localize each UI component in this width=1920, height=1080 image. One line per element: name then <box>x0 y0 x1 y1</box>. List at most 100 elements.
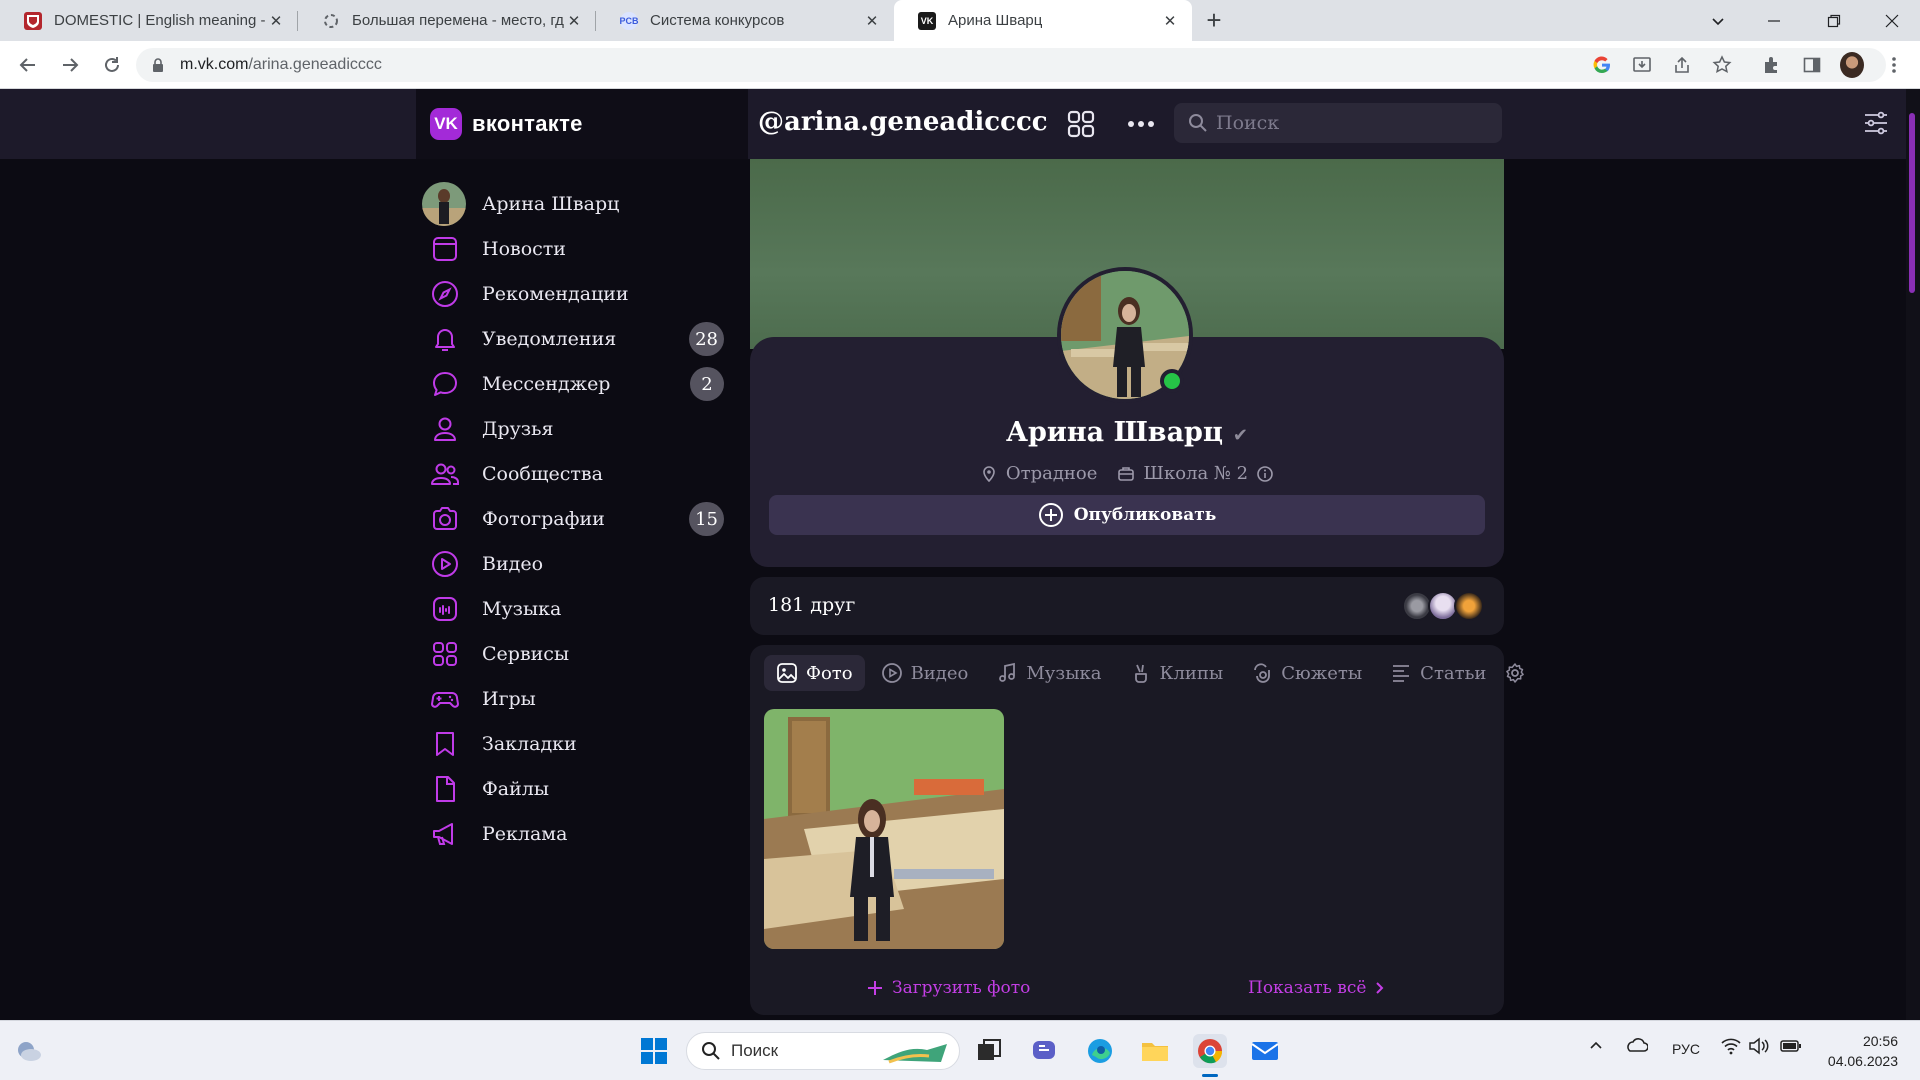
apps-grid-icon[interactable] <box>1066 109 1096 139</box>
volume-icon[interactable] <box>1748 1037 1770 1058</box>
sidebar-item-bookmarks[interactable]: Закладки <box>416 721 748 767</box>
back-button[interactable] <box>8 45 48 85</box>
vk-search-input[interactable]: Поиск <box>1174 103 1502 143</box>
close-tab-icon[interactable]: ✕ <box>266 12 286 30</box>
show-hidden-icons[interactable] <box>1588 1037 1604 1056</box>
share-icon[interactable] <box>1670 53 1694 77</box>
sidebar-item-profile[interactable]: Арина Шварц <box>416 181 748 227</box>
sidebar-item-label: Видео <box>482 553 544 575</box>
sidebar-item-services[interactable]: Сервисы <box>416 631 748 677</box>
clock-date: 04.06.2023 <box>1827 1053 1898 1069</box>
tab-label: Статьи <box>1420 662 1487 684</box>
task-view-icon[interactable] <box>972 1034 1006 1068</box>
tab-photos[interactable]: Фото <box>764 655 865 691</box>
online-indicator <box>1160 369 1184 393</box>
battery-icon[interactable] <box>1780 1037 1802 1058</box>
edge-browser-icon[interactable] <box>1083 1034 1117 1068</box>
sidebar-item-recommendations[interactable]: Рекомендации <box>416 271 748 317</box>
sidebar-item-ads[interactable]: Реклама <box>416 811 748 857</box>
gear-icon[interactable] <box>1504 662 1526 684</box>
sidebar-item-label: Фотографии <box>482 508 605 530</box>
bookmark-star-icon[interactable] <box>1710 53 1734 77</box>
sidebar-item-music[interactable]: Музыка <box>416 586 748 632</box>
browser-tab-2[interactable]: Большая перемена - место, где ✕ <box>298 0 596 41</box>
sidebar-item-messenger[interactable]: Мессенджер 2 <box>416 361 748 407</box>
mail-icon[interactable] <box>1248 1034 1282 1068</box>
taskbar-search-input[interactable]: Поиск <box>686 1032 960 1070</box>
sidebar-item-communities[interactable]: Сообщества <box>416 451 748 497</box>
extensions-icon[interactable] <box>1760 53 1784 77</box>
sidebar-item-files[interactable]: Файлы <box>416 766 748 812</box>
close-tab-icon[interactable]: ✕ <box>862 12 882 30</box>
vk-brand[interactable]: VK вконтакте <box>416 89 748 159</box>
bell-icon <box>435 329 455 351</box>
sidebar-item-news[interactable]: Новости <box>416 226 748 272</box>
chrome-icon[interactable] <box>1193 1034 1227 1068</box>
tab-stories[interactable]: Сюжеты <box>1239 655 1374 691</box>
plus-icon <box>868 981 882 995</box>
close-tab-icon[interactable]: ✕ <box>564 12 584 30</box>
google-icon[interactable] <box>1590 53 1614 77</box>
tab-label: Сюжеты <box>1281 662 1363 684</box>
close-window-button[interactable] <box>1864 0 1920 41</box>
input-language[interactable]: РУС <box>1672 1041 1700 1057</box>
article-icon <box>1393 665 1410 682</box>
friends-card[interactable]: 181 друг <box>750 577 1504 635</box>
notification-badge: 28 <box>689 322 724 356</box>
profile-location: Отрадное <box>1005 463 1098 484</box>
tab-title: DOMESTIC | English meaning - C <box>54 12 266 29</box>
browser-tab-1[interactable]: DOMESTIC | English meaning - C ✕ <box>0 0 298 41</box>
photo-thumbnail[interactable] <box>764 709 1004 949</box>
tab-title: Большая перемена - место, где <box>352 12 564 29</box>
weather-icon[interactable] <box>12 1034 46 1068</box>
scrollbar-thumb[interactable] <box>1909 113 1915 293</box>
restore-button[interactable] <box>1806 0 1862 41</box>
sidebar-item-friends[interactable]: Друзья <box>416 406 748 452</box>
sidebar-item-notifications[interactable]: Уведомления 28 <box>416 316 748 362</box>
profile-avatar[interactable] <box>1840 52 1864 78</box>
tab-video[interactable]: Видео <box>869 655 981 691</box>
side-panel-icon[interactable] <box>1800 53 1824 77</box>
tab-clips[interactable]: Клипы <box>1118 655 1236 691</box>
system-clock[interactable]: 20:56 04.06.2023 <box>1818 1031 1898 1071</box>
friend-avatar[interactable] <box>1454 591 1484 621</box>
sidebar-item-label: Сообщества <box>482 463 603 485</box>
file-explorer-icon[interactable] <box>1138 1034 1172 1068</box>
filter-settings-icon[interactable] <box>1862 109 1890 137</box>
browser-tab-4[interactable]: VK Арина Шварц ✕ <box>894 0 1192 41</box>
sidebar-item-video[interactable]: Видео <box>416 541 748 587</box>
tab-articles[interactable]: Статьи <box>1378 655 1498 691</box>
friends-count: 181 друг <box>768 594 856 616</box>
info-icon[interactable] <box>1256 465 1274 483</box>
chrome-menu-icon[interactable] <box>1882 53 1906 77</box>
url-host: m.vk.com <box>180 56 249 73</box>
browser-tab-3[interactable]: PCB Система конкурсов ✕ <box>596 0 894 41</box>
tab-search-icon[interactable] <box>1690 0 1746 41</box>
upload-photo-link[interactable]: Загрузить фото <box>866 978 1030 998</box>
sidebar-item-label: Файлы <box>482 778 549 800</box>
address-bar[interactable]: m.vk.com/arina.geneadicccc <box>136 48 1886 82</box>
wifi-icon[interactable] <box>1720 1037 1742 1058</box>
publish-button[interactable]: Опубликовать <box>769 495 1485 535</box>
more-icon[interactable] <box>1126 109 1156 139</box>
tab-title: Арина Шварц <box>948 12 1043 29</box>
start-menu-icon[interactable] <box>637 1034 671 1068</box>
profile-meta: Отрадное Школа № 2 <box>750 463 1504 484</box>
sidebar-item-label: Арина Шварц <box>482 193 620 215</box>
publish-label: Опубликовать <box>1073 505 1217 525</box>
photos-badge: 15 <box>689 502 724 536</box>
new-tab-button[interactable]: + <box>1192 0 1236 41</box>
sidebar-item-label: Реклама <box>482 823 568 845</box>
teams-chat-icon[interactable] <box>1028 1034 1062 1068</box>
media-tabs: Фото Видео Музыка Клипы Сюжеты Статьи <box>764 655 1526 691</box>
install-app-icon[interactable] <box>1630 53 1654 77</box>
sidebar-item-photos[interactable]: Фотографии 15 <box>416 496 748 542</box>
forward-button[interactable] <box>50 45 90 85</box>
onedrive-icon[interactable] <box>1624 1037 1649 1056</box>
sidebar-item-games[interactable]: Игры <box>416 676 748 722</box>
minimize-button[interactable] <box>1746 0 1802 41</box>
show-all-link[interactable]: Показать всё <box>1248 978 1386 998</box>
reload-button[interactable] <box>92 45 132 85</box>
tab-music[interactable]: Музыка <box>984 655 1113 691</box>
close-tab-icon[interactable]: ✕ <box>1160 12 1180 30</box>
